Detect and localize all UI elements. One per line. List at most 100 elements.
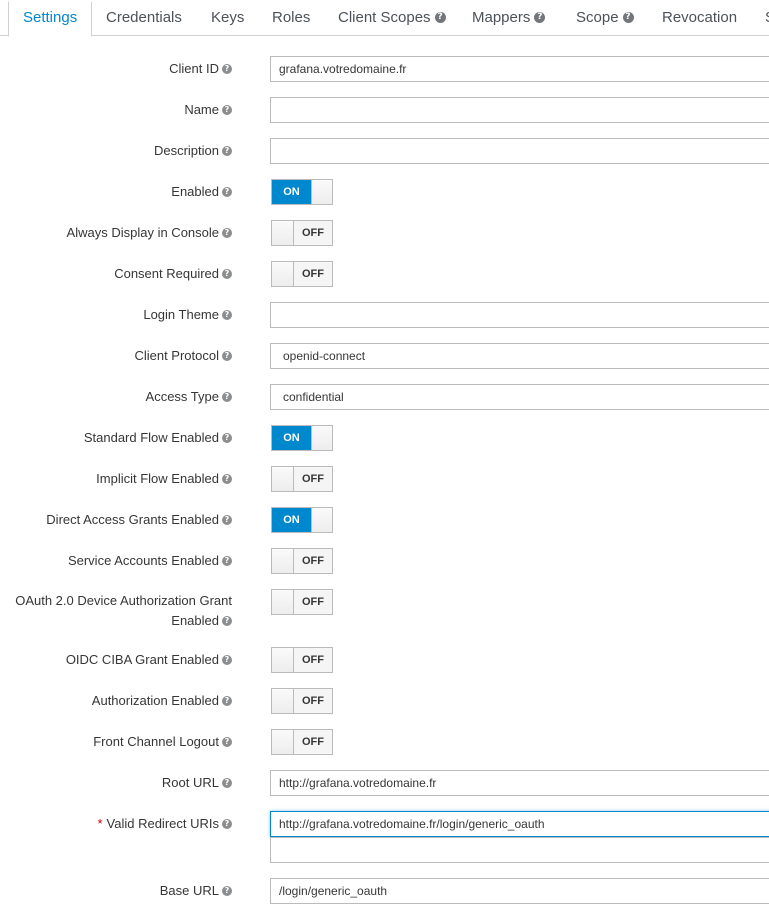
tab-credentials-label: Credentials [106,9,182,26]
tab-client-scopes[interactable]: Client Scopes? [338,0,446,36]
ciba-toggle[interactable]: OFF [271,647,333,673]
toggle-on-label: ON [272,508,311,532]
service-accounts-label: Service Accounts Enabled? [68,553,232,568]
help-icon[interactable]: ? [222,145,232,156]
front-channel-label-text: Front Channel Logout [93,734,219,749]
toggle-knob [272,221,294,245]
direct-access-label: Direct Access Grants Enabled? [46,512,232,527]
help-icon[interactable]: ? [434,11,446,23]
toggle-off-label: OFF [294,730,332,754]
help-icon[interactable]: ? [534,11,546,23]
client-id-input[interactable]: grafana.votredomaine.fr [270,56,769,82]
device-auth-label-line1: OAuth 2.0 Device Authorization Grant [15,593,232,608]
base-url-label: Base URL? [160,883,232,898]
help-icon[interactable]: ? [222,432,232,443]
device-auth-toggle[interactable]: OFF [271,589,333,615]
help-icon[interactable]: ? [222,391,232,402]
help-icon[interactable]: ? [222,615,232,626]
tab-scope-label: Scope [576,9,619,26]
tab-revocation[interactable]: Revocation [662,0,737,36]
authorization-label: Authorization Enabled? [92,693,232,708]
client-protocol-label-text: Client Protocol [134,348,219,363]
help-icon[interactable]: ? [222,695,232,706]
help-icon[interactable]: ? [222,514,232,525]
access-type-select[interactable]: confidential [270,384,769,410]
root-url-input[interactable]: http://grafana.votredomaine.fr [270,770,769,796]
client-tabs: Settings Credentials Keys Roles Client S… [0,0,769,37]
help-icon[interactable]: ? [222,473,232,484]
toggle-knob [272,467,294,491]
help-icon[interactable]: ? [222,555,232,566]
base-url-input[interactable]: /login/generic_oauth [270,878,769,904]
tab-scope[interactable]: Scope? [576,0,634,36]
redirect-uri-input[interactable]: http://grafana.votredomaine.fr/login/gen… [270,811,769,837]
implicit-flow-toggle[interactable]: OFF [271,466,333,492]
service-accounts-toggle[interactable]: OFF [271,548,333,574]
always-display-label: Always Display in Console? [67,225,232,240]
name-label-text: Name [184,102,219,117]
front-channel-toggle[interactable]: OFF [271,729,333,755]
help-icon[interactable]: ? [222,777,232,788]
toggle-knob [272,549,294,573]
redirect-uri-new-input[interactable] [270,837,769,863]
standard-flow-label-text: Standard Flow Enabled [83,430,219,445]
description-label: Description? [154,143,232,158]
service-accounts-label-text: Service Accounts Enabled [67,553,219,568]
base-url-label-text: Base URL [159,883,219,898]
authorization-label-text: Authorization Enabled [91,693,219,708]
tab-settings[interactable]: Settings [8,0,93,37]
login-theme-select[interactable] [270,302,769,328]
client-protocol-select[interactable]: openid-connect [270,343,769,369]
redirect-uris-label: * Valid Redirect URIs? [97,816,232,831]
standard-flow-toggle[interactable]: ON [271,425,333,451]
help-icon[interactable]: ? [222,227,232,238]
toggle-off-label: OFF [294,549,332,573]
authorization-toggle[interactable]: OFF [271,688,333,714]
tab-mappers[interactable]: Mappers? [472,0,546,36]
required-marker: * [97,816,103,831]
always-display-toggle[interactable]: OFF [271,220,333,246]
toggle-knob [311,180,332,204]
help-icon[interactable]: ? [222,104,232,115]
help-icon[interactable]: ? [222,186,232,197]
toggle-knob [311,508,332,532]
consent-required-label-text: Consent Required [114,266,219,281]
tab-client-scopes-label: Client Scopes [338,9,431,26]
redirect-uris-label-text: Valid Redirect URIs [106,816,219,831]
help-icon[interactable]: ? [222,63,232,74]
description-input[interactable] [270,138,769,164]
tab-more[interactable]: S [765,0,769,36]
toggle-knob [272,689,294,713]
consent-required-toggle[interactable]: OFF [271,261,333,287]
client-id-label-text: Client ID [169,61,219,76]
device-auth-label: OAuth 2.0 Device Authorization Grant Enab… [0,591,232,631]
tab-roles[interactable]: Roles [272,0,310,36]
help-icon[interactable]: ? [222,268,232,279]
login-theme-label-text: Login Theme [143,307,219,322]
help-icon[interactable]: ? [222,309,232,320]
client-id-label: Client ID? [169,61,232,76]
name-input[interactable] [270,97,769,123]
enabled-label: Enabled? [171,184,232,199]
login-theme-label: Login Theme? [143,307,232,322]
toggle-knob [272,648,294,672]
ciba-label: OIDC CIBA Grant Enabled? [66,652,232,667]
help-icon[interactable]: ? [222,736,232,747]
help-icon[interactable]: ? [222,654,232,665]
client-protocol-label: Client Protocol? [134,348,232,363]
toggle-knob [311,426,332,450]
tab-keys[interactable]: Keys [211,0,244,36]
help-icon[interactable]: ? [622,11,634,23]
help-icon[interactable]: ? [222,885,232,896]
help-icon[interactable]: ? [222,350,232,361]
tab-keys-label: Keys [211,9,245,26]
enabled-toggle[interactable]: ON [271,179,333,205]
help-icon[interactable]: ? [222,818,232,829]
tab-settings-label: Settings [23,9,78,26]
direct-access-toggle[interactable]: ON [271,507,333,533]
access-type-label-text: Access Type [145,389,219,404]
consent-required-label: Consent Required? [114,266,232,281]
tab-credentials[interactable]: Credentials [106,0,182,36]
root-url-label: Root URL? [162,775,232,790]
toggle-on-label: ON [272,180,311,204]
